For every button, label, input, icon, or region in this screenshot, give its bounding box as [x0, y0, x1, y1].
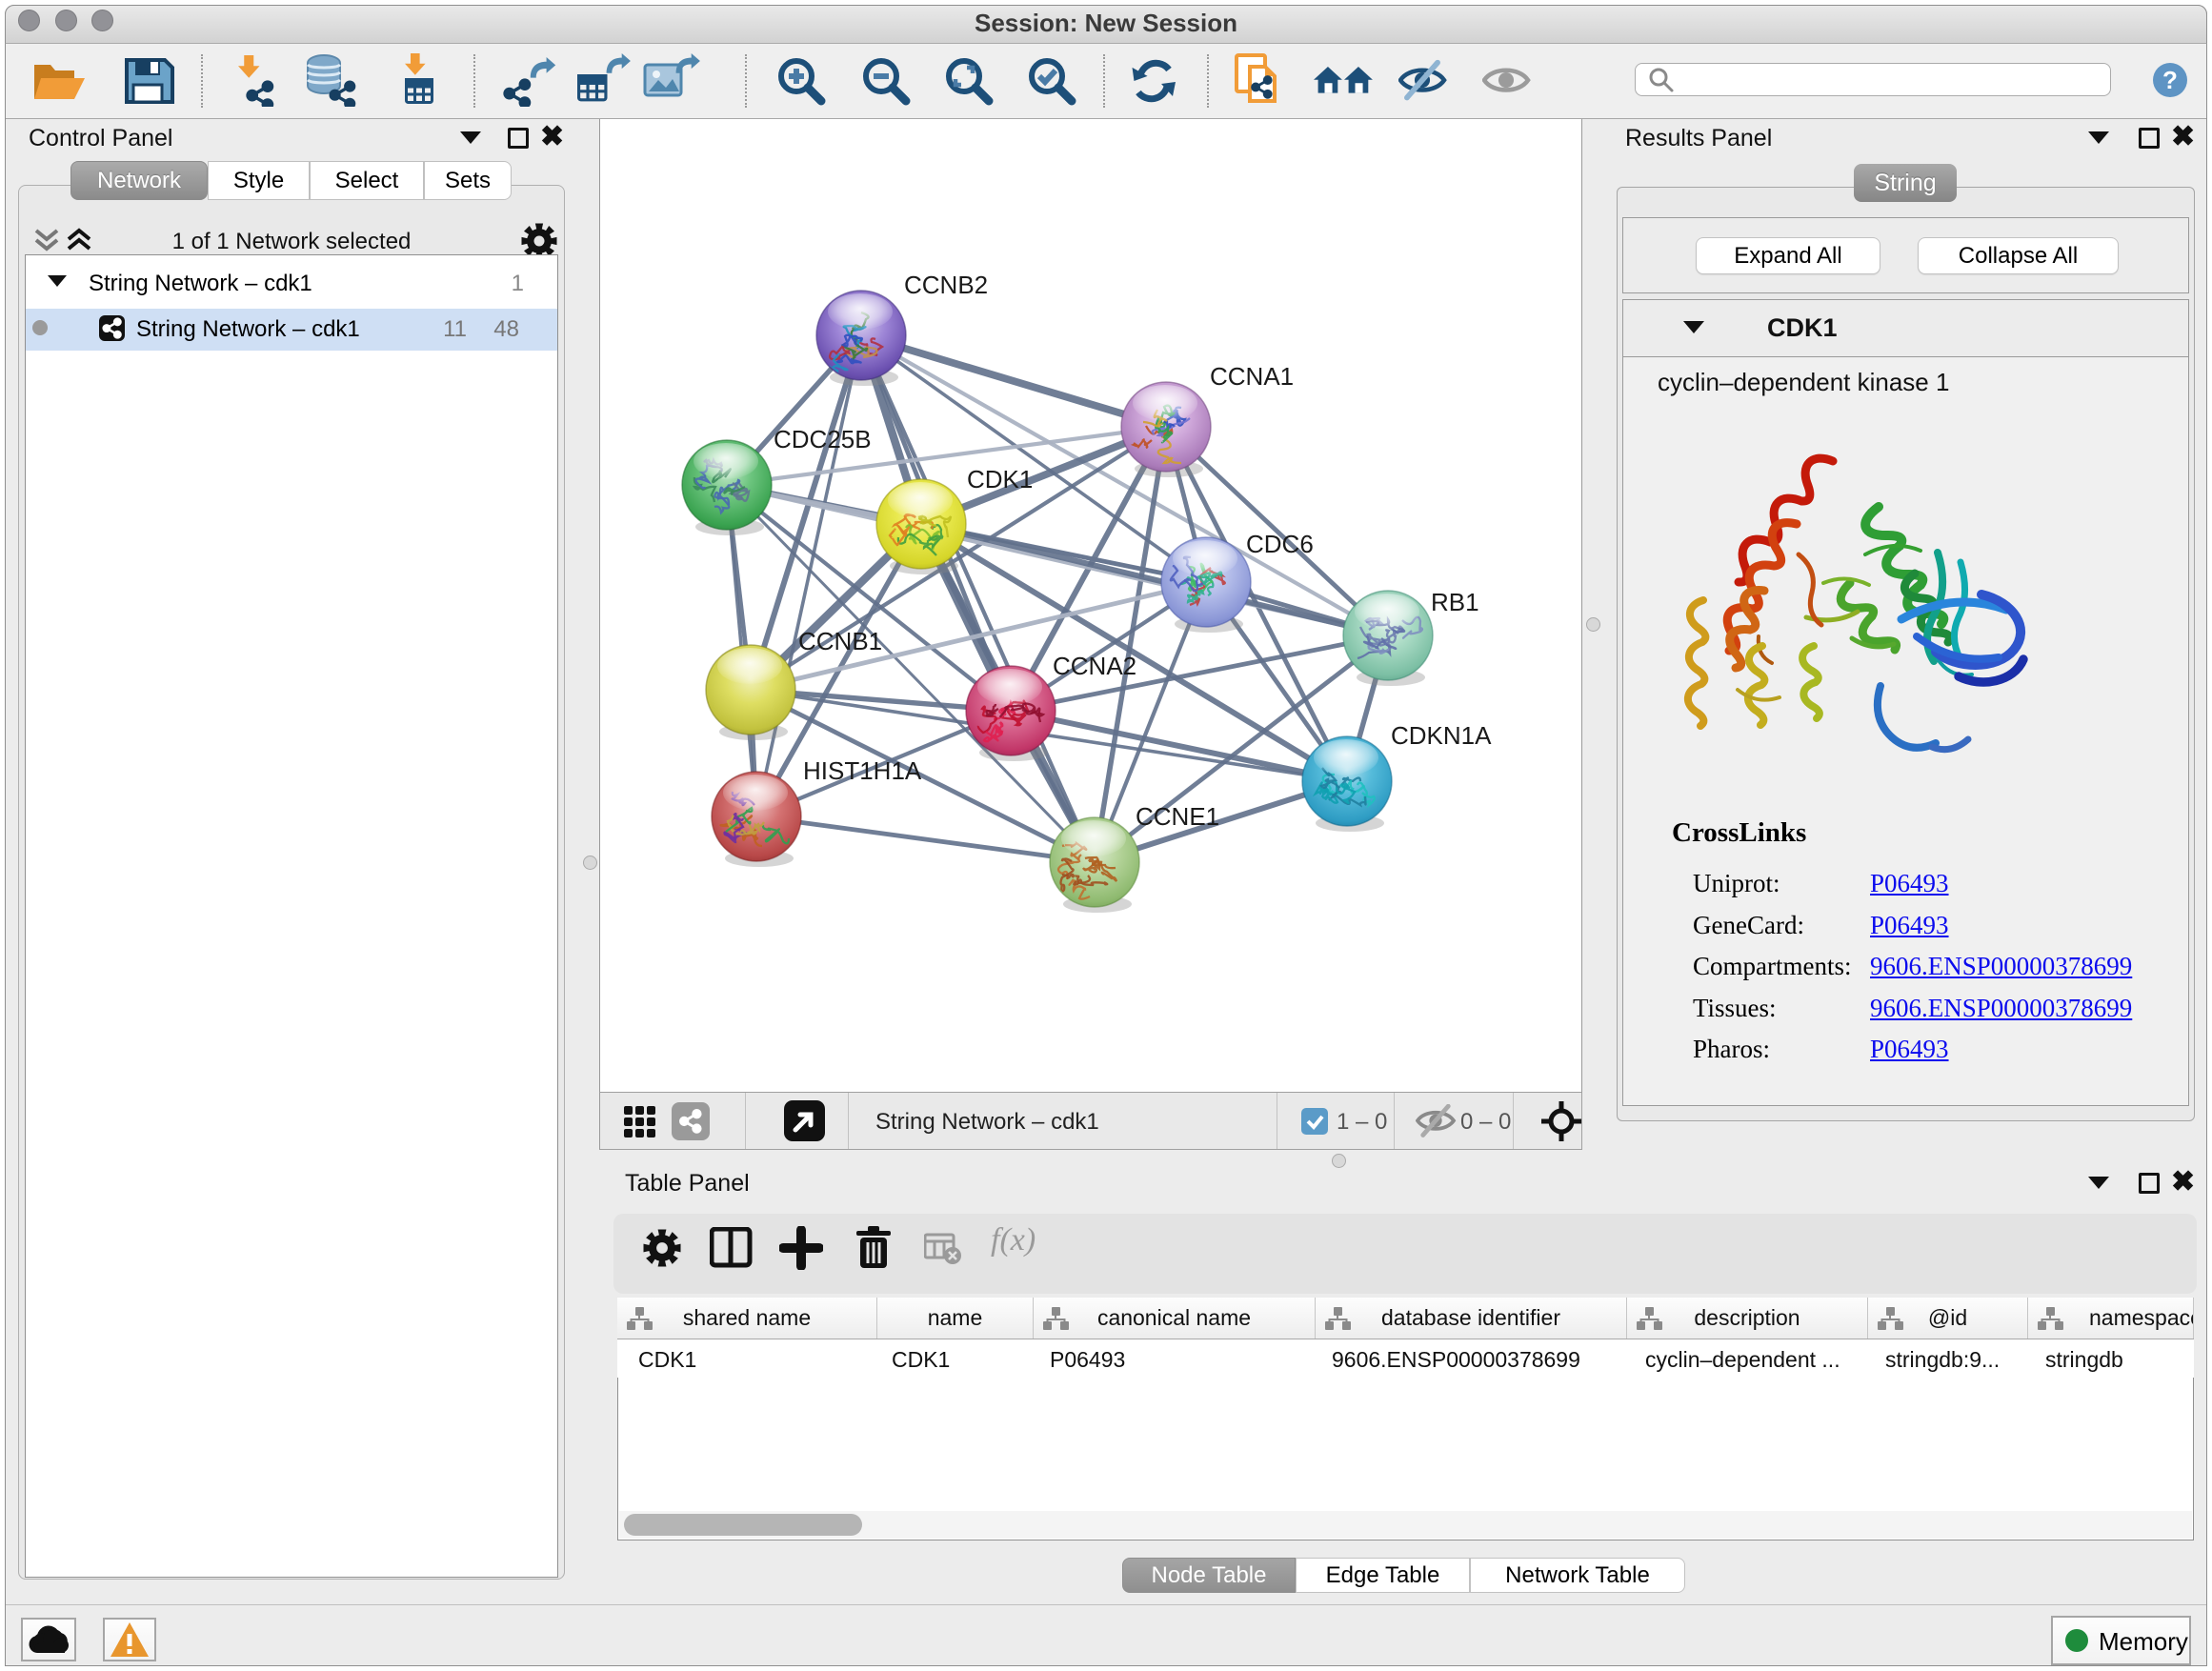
svg-text:CCNA2: CCNA2: [1053, 652, 1136, 680]
svg-text:CCNA1: CCNA1: [1210, 362, 1294, 391]
svg-text:CDC25B: CDC25B: [774, 425, 872, 453]
svg-text:CCNE1: CCNE1: [1136, 802, 1219, 831]
svg-text:CCNB1: CCNB1: [798, 627, 882, 655]
svg-text:CDKN1A: CDKN1A: [1391, 721, 1492, 750]
svg-text:CDK1: CDK1: [967, 465, 1033, 493]
svg-text:CDC6: CDC6: [1246, 530, 1314, 558]
svg-text:CCNB2: CCNB2: [904, 271, 988, 299]
svg-text:RB1: RB1: [1431, 588, 1479, 616]
svg-text:HIST1H1A: HIST1H1A: [803, 756, 922, 785]
